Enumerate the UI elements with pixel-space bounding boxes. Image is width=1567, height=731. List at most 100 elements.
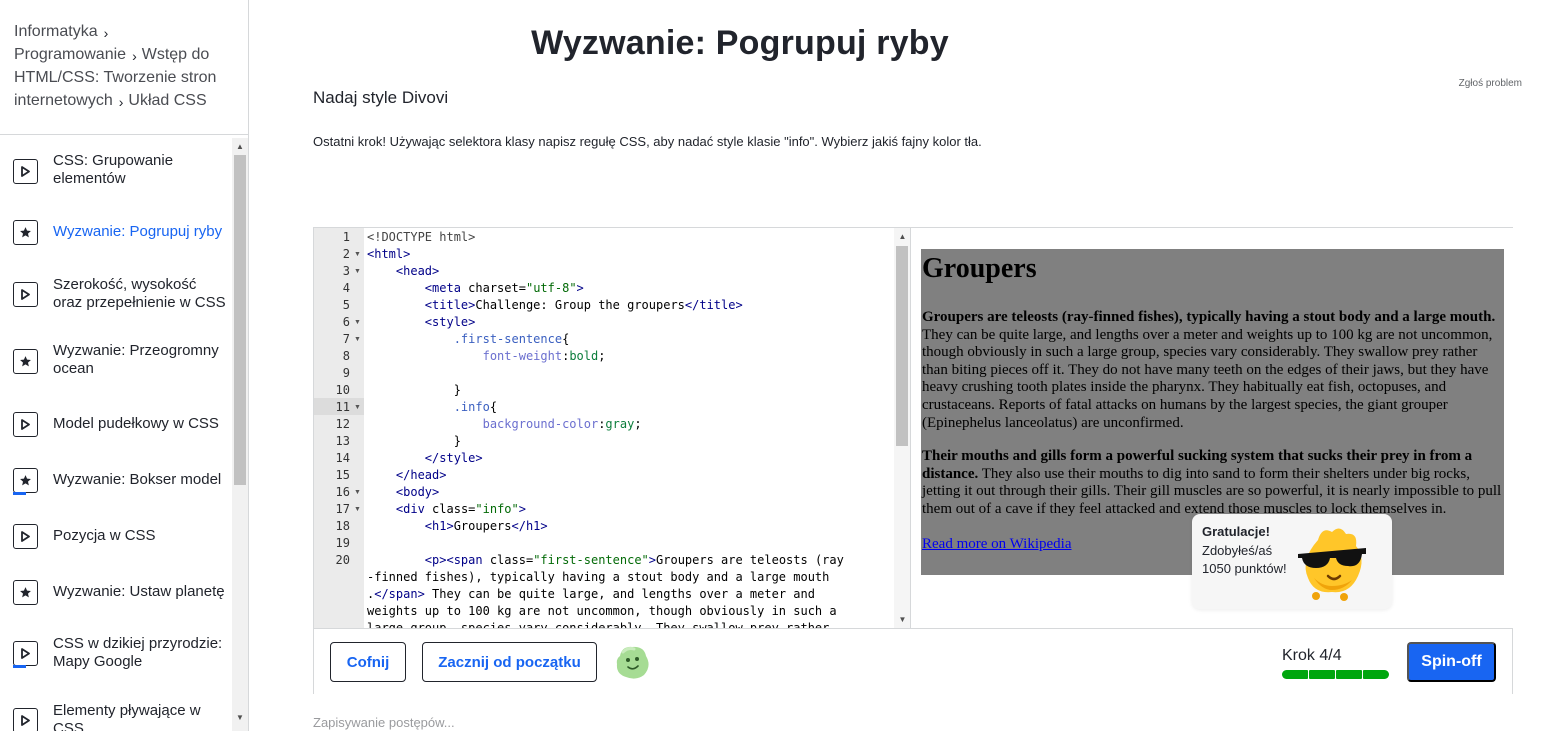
line-number: 12 xyxy=(335,417,350,431)
chevron-right-icon: › xyxy=(103,25,109,41)
star-icon xyxy=(13,580,38,605)
report-problem-link[interactable]: Zgłoś problem xyxy=(1430,78,1522,89)
sidebar-item-label: Wyzwanie: Bokser model xyxy=(53,471,222,488)
star-icon xyxy=(13,220,38,245)
code-line: } xyxy=(367,383,461,397)
sidebar-item-css-grupowanie[interactable]: CSS: Grupowanie elementów xyxy=(0,152,232,195)
points-toast: Gratulacje! Zdobyłeś/aś 1050 punktów! xyxy=(1192,514,1392,609)
spinoff-button[interactable]: Spin-off xyxy=(1407,642,1496,682)
toast-body: Zdobyłeś/aś 1050 punktów! xyxy=(1202,543,1287,576)
code-line: .first-sentence{ xyxy=(453,332,570,346)
play-icon xyxy=(13,641,38,666)
star-icon xyxy=(13,349,38,374)
play-icon xyxy=(13,708,38,731)
sidebar-item-pozycja[interactable]: Pozycja w CSS xyxy=(0,524,232,549)
preview-paragraph-text: They also use their mouths to dig into s… xyxy=(922,465,1502,517)
editor-gutter: 1 2 ▼ 3 ▼ 4 5 6 ▼ 7 ▼ 8 9 10 11 ▼ 12 13 14 15 16 ▼ 17 ▼ 18 19 20 xyxy=(314,228,364,628)
sidebar-item-wyzwanie-przeogromny-ocean[interactable]: Wyzwanie: Przeogromny ocean xyxy=(0,342,232,377)
line-number: 15 xyxy=(335,468,350,482)
step-progress-segment xyxy=(1336,670,1362,679)
scroll-down-icon[interactable]: ▼ xyxy=(894,613,910,627)
fold-toggle-icon[interactable]: ▼ xyxy=(354,263,361,280)
cool-mascot-icon xyxy=(1298,528,1366,601)
breadcrumb-item-unit[interactable]: Układ CSS xyxy=(128,92,206,109)
step-progress-segment xyxy=(1309,670,1335,679)
code-line: -finned fishes), typically having a stou… xyxy=(367,570,830,584)
line-number: 16 xyxy=(335,485,350,499)
line-number: 5 xyxy=(342,298,350,312)
line-number: 7 xyxy=(342,332,350,346)
sidebar-item-wyzwanie-pogrupuj-ryby[interactable]: Wyzwanie: Pogrupuj ryby xyxy=(0,220,232,245)
back-button[interactable]: Cofnij xyxy=(330,642,406,682)
code-line: <style> xyxy=(424,315,476,329)
lesson-list: CSS: Grupowanie elementów Wyzwanie: Pogr… xyxy=(0,135,232,731)
sidebar: Informatyka › Programowanie › Wstęp do HTML… xyxy=(0,0,249,731)
step-description: Ostatni krok! Używając selektora klasy n… xyxy=(313,134,982,149)
sidebar-item-wyzwanie-ustaw-planete[interactable]: Wyzwanie: Ustaw planetę xyxy=(0,580,232,605)
breadcrumb-item-programowanie[interactable]: Programowanie xyxy=(14,46,126,63)
code-line: <h1>Groupers</h1> xyxy=(424,519,548,533)
bottom-bar: Cofnij Zacznij od początku Krok 4/4 Spin… xyxy=(314,628,1512,694)
line-number: 1 xyxy=(342,230,350,244)
editor-scrollbar-thumb[interactable] xyxy=(896,246,908,446)
progress-indicator xyxy=(13,492,26,495)
sidebar-item-label: Wyzwanie: Przeogromny ocean xyxy=(53,342,219,377)
sidebar-item-label: Pozycja w CSS xyxy=(53,527,156,544)
star-icon xyxy=(13,468,38,493)
fold-toggle-icon[interactable]: ▼ xyxy=(354,331,361,348)
code-area[interactable]: <!DOCTYPE html> <html> <head> <meta char… xyxy=(367,228,895,628)
step-progress-segment xyxy=(1363,670,1389,679)
preview-first-sentence: Groupers are teleosts (ray-finned fishes… xyxy=(922,309,1496,325)
step-progress xyxy=(1282,670,1389,679)
scroll-down-icon[interactable]: ▼ xyxy=(232,710,248,726)
code-line: large group, species vary considerably. … xyxy=(367,621,830,628)
line-number: 9 xyxy=(342,366,350,380)
line-number: 3 xyxy=(342,264,350,278)
sidebar-item-model-pudelkowy[interactable]: Model pudełkowy w CSS xyxy=(0,412,232,437)
preview-paragraph: Groupers are teleosts (ray-finned fishes… xyxy=(922,309,1504,432)
play-icon xyxy=(13,524,38,549)
sidebar-item-label: Wyzwanie: Pogrupuj ryby xyxy=(53,223,223,240)
scroll-up-icon[interactable]: ▲ xyxy=(232,139,248,155)
sidebar-item-label: Elementy pływające w CSS xyxy=(53,702,201,731)
chevron-right-icon: › xyxy=(132,48,137,64)
code-line: <head> xyxy=(395,264,440,278)
code-line: <body> xyxy=(395,485,440,499)
code-line: </style> xyxy=(424,451,483,465)
fold-toggle-icon[interactable]: ▼ xyxy=(354,314,361,331)
line-number: 20 xyxy=(335,553,350,567)
sidebar-item-szerokosc[interactable]: Szerokość, wysokość oraz przepełnienie w… xyxy=(0,276,232,311)
code-line: <meta charset="utf-8"> xyxy=(424,281,584,295)
scroll-up-icon[interactable]: ▲ xyxy=(894,230,910,244)
sidebar-item-elementy-plywajace[interactable]: Elementy pływające w CSS xyxy=(0,702,232,731)
breadcrumb: Informatyka › Programowanie › Wstęp do HTML… xyxy=(14,20,236,112)
code-editor[interactable]: 1 2 ▼ 3 ▼ 4 5 6 ▼ 7 ▼ 8 9 10 11 ▼ 12 13 14 15 16 ▼ 17 ▼ 18 19 20 <… xyxy=(314,228,911,628)
preview-heading: Groupers xyxy=(922,253,1037,284)
fold-toggle-icon[interactable]: ▼ xyxy=(354,484,361,501)
code-line: </head> xyxy=(395,468,447,482)
line-number: 8 xyxy=(342,349,350,363)
code-line: .info{ xyxy=(453,400,498,414)
progress-indicator xyxy=(13,665,26,668)
sidebar-scrollbar-thumb[interactable] xyxy=(234,155,246,485)
line-number: 18 xyxy=(335,519,350,533)
restart-button[interactable]: Zacznij od początku xyxy=(422,642,597,682)
fold-toggle-icon[interactable]: ▼ xyxy=(354,399,361,416)
code-line: font-weight:bold; xyxy=(482,349,606,363)
line-number: 10 xyxy=(335,383,350,397)
mascot-icon xyxy=(616,646,649,679)
breadcrumb-item-informatyka[interactable]: Informatyka xyxy=(14,23,98,40)
wikipedia-link[interactable]: Read more on Wikipedia xyxy=(922,536,1072,552)
step-progress-segment xyxy=(1282,670,1308,679)
sidebar-item-mapy-google[interactable]: CSS w dzikiej przyrodzie: Mapy Google xyxy=(0,635,232,670)
fold-toggle-icon[interactable]: ▼ xyxy=(354,246,361,263)
sidebar-item-label: Model pudełkowy w CSS xyxy=(53,415,219,432)
preview-paragraph-text: They can be quite large, and lengths ove… xyxy=(922,326,1493,431)
sidebar-item-label: CSS w dzikiej przyrodzie: Mapy Google xyxy=(53,635,223,670)
sidebar-item-wyzwanie-bokser-model[interactable]: Wyzwanie: Bokser model xyxy=(0,468,232,495)
chevron-right-icon: › xyxy=(118,94,124,110)
fold-toggle-icon[interactable]: ▼ xyxy=(354,501,361,518)
line-number: 17 xyxy=(335,502,350,516)
